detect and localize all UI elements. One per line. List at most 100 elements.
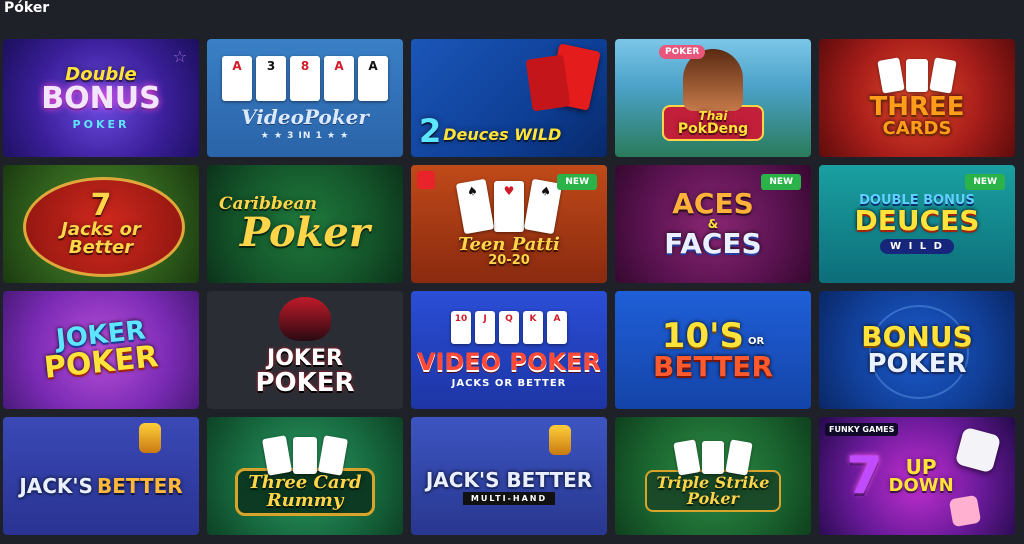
card-row: 10 J Q K A — [451, 311, 567, 344]
game-title-line2: BETTER — [96, 474, 183, 498]
game-tile-three-cards[interactable]: THREE CARDS — [819, 39, 1015, 157]
game-tile-three-card-rummy[interactable]: Three Card Rummy — [207, 417, 403, 535]
game-title-line2: 20-20 — [488, 253, 530, 268]
game-title-line3: W I L D — [880, 239, 954, 254]
game-title-line1: 7 — [846, 446, 883, 506]
game-title-line3: Better — [68, 237, 134, 258]
provider-label: FUNKY GAMES — [825, 423, 899, 436]
game-title-line1: BONUS — [861, 320, 973, 353]
game-title-line1: 7 — [90, 188, 112, 223]
game-tile-jacks-better-multi-hand[interactable]: JACK'S BETTER MULTI-HAND — [411, 417, 607, 535]
game-title-line1: Teen Patti — [458, 234, 560, 255]
game-title-line3: FACES — [664, 227, 762, 260]
game-title-line2: POKER — [255, 368, 355, 398]
game-tile-aces-and-faces[interactable]: NEW ACES & FACES — [615, 165, 811, 283]
dice-art — [948, 494, 982, 528]
game-title-line1: 10'S — [661, 316, 744, 356]
game-title-line2: Rummy — [266, 489, 344, 511]
playing-card: A — [222, 55, 252, 101]
playing-card: J — [475, 311, 495, 344]
game-tile-joker-poker-1[interactable]: JOKER POKER — [3, 291, 199, 409]
playing-card: 10 — [451, 311, 471, 344]
logo-plate: Three Card Rummy — [235, 467, 375, 516]
game-title-line2: PokDeng — [677, 121, 749, 137]
playing-card: 8 — [290, 55, 320, 101]
jack-mascot-art — [139, 423, 161, 453]
playing-card: 3 — [256, 55, 286, 101]
joker-character-art — [279, 297, 331, 341]
game-tile-2-deuces-wild[interactable]: 2 Deuces WILD — [411, 39, 607, 157]
playing-card: K — [523, 311, 543, 344]
game-tile-joker-poker-2[interactable]: JOKER POKER — [207, 291, 403, 409]
section-title: Póker — [4, 0, 50, 16]
game-title-line1: THREE — [869, 91, 965, 122]
card-row: A 3 8 A A — [222, 55, 388, 101]
playing-card — [929, 56, 957, 94]
game-title-line1: JOKER — [267, 346, 343, 371]
game-title-line1: JACK'S BETTER — [425, 467, 593, 492]
game-tile-jacks-better-1[interactable]: JACK'S BETTER — [3, 417, 199, 535]
game-tile-tens-or-better[interactable]: 10'S OR BETTER — [615, 291, 811, 409]
game-tile-triple-strike-poker[interactable]: Triple Strike Poker — [615, 417, 811, 535]
card-row: ♠ ♥ ♠ — [455, 178, 563, 235]
logo-group: JACK'S BETTER — [19, 476, 182, 496]
jack-mascot-art — [549, 425, 571, 455]
logo-group: 2 Deuces WILD — [419, 115, 561, 147]
game-title-line2: DEUCES — [854, 204, 980, 237]
game-tile-thai-pok-deng[interactable]: POKER Thai PokDeng — [615, 39, 811, 157]
poker-tag: POKER — [659, 45, 706, 59]
playing-card — [877, 56, 905, 94]
playing-card — [673, 438, 701, 476]
game-tile-double-bonus-poker[interactable]: ☆ Double BONUS POKER — [3, 39, 199, 157]
game-title-line1: ACES — [672, 187, 754, 220]
game-tile-teen-patti-20-20[interactable]: NEW ♠ ♥ ♠ Teen Patti 20-20 — [411, 165, 607, 283]
game-title-line2: JACKS OR BETTER — [451, 378, 567, 389]
logo-plate: Triple Strike Poker — [644, 469, 782, 512]
game-title-line3: BETTER — [653, 350, 773, 383]
game-title-line2: OR — [748, 336, 765, 347]
playing-card — [906, 58, 928, 92]
card-row — [673, 438, 753, 476]
game-title-line2: UP — [905, 455, 937, 479]
game-tile-jacks-or-better[interactable]: 7 Jacks or Better — [3, 165, 199, 283]
new-badge: NEW — [557, 174, 597, 190]
card-row — [877, 56, 957, 94]
game-grid: ☆ Double BONUS POKER A 3 8 A A VideoPoke… — [3, 39, 1015, 535]
playing-card: ♥ — [494, 181, 524, 232]
game-title-line2: BONUS — [41, 80, 161, 116]
playing-card: A — [324, 55, 354, 101]
game-title-line2: ★ ★ 3 IN 1 ★ ★ — [260, 130, 350, 141]
game-title-line1: VideoPoker — [241, 104, 369, 129]
playing-card — [261, 434, 293, 476]
game-tile-video-poker-3in1[interactable]: A 3 8 A A VideoPoker ★ ★ 3 IN 1 ★ ★ — [207, 39, 403, 157]
game-title-line2: MULTI-HAND — [462, 491, 556, 505]
playing-card — [702, 440, 724, 474]
game-title-line1: JACK'S — [19, 474, 93, 498]
game-tile-double-bonus-deuces-wild[interactable]: NEW DOUBLE BONUS DEUCES W I L D — [819, 165, 1015, 283]
game-title-line1: 2 — [419, 112, 442, 150]
game-tile-7-up-down[interactable]: FUNKY GAMES 7 UP DOWN — [819, 417, 1015, 535]
playing-card — [293, 436, 317, 474]
playing-card: ♠ — [455, 178, 495, 235]
playing-card: A — [358, 55, 388, 101]
game-tile-video-poker-jacks-or-better[interactable]: 10 J Q K A VIDEO POKER JACKS OR BETTER — [411, 291, 607, 409]
logo-group: 10'S OR — [662, 319, 764, 353]
playing-card — [725, 438, 753, 476]
card-art — [525, 54, 571, 112]
playing-card: A — [547, 311, 567, 344]
game-title-line3: DOWN — [888, 475, 954, 496]
game-title-line1: VIDEO POKER — [416, 348, 602, 376]
logo-plate: Thai PokDeng — [661, 105, 765, 141]
game-tile-bonus-poker[interactable]: BONUS POKER — [819, 291, 1015, 409]
game-title-line2: Deuces WILD — [443, 125, 562, 144]
game-title-line2: Poker — [687, 488, 739, 508]
provider-logo-icon — [417, 171, 435, 189]
game-tile-caribbean-poker[interactable]: Caribbean Poker — [207, 165, 403, 283]
card-row — [261, 434, 349, 476]
playing-card: Q — [499, 311, 519, 344]
logo-group: 7 UP DOWN — [846, 450, 953, 502]
new-badge: NEW — [965, 174, 1005, 190]
favorite-star-icon[interactable]: ☆ — [173, 47, 187, 66]
game-title-line2: POKER — [42, 339, 160, 386]
game-title-line3: POKER — [72, 117, 130, 131]
